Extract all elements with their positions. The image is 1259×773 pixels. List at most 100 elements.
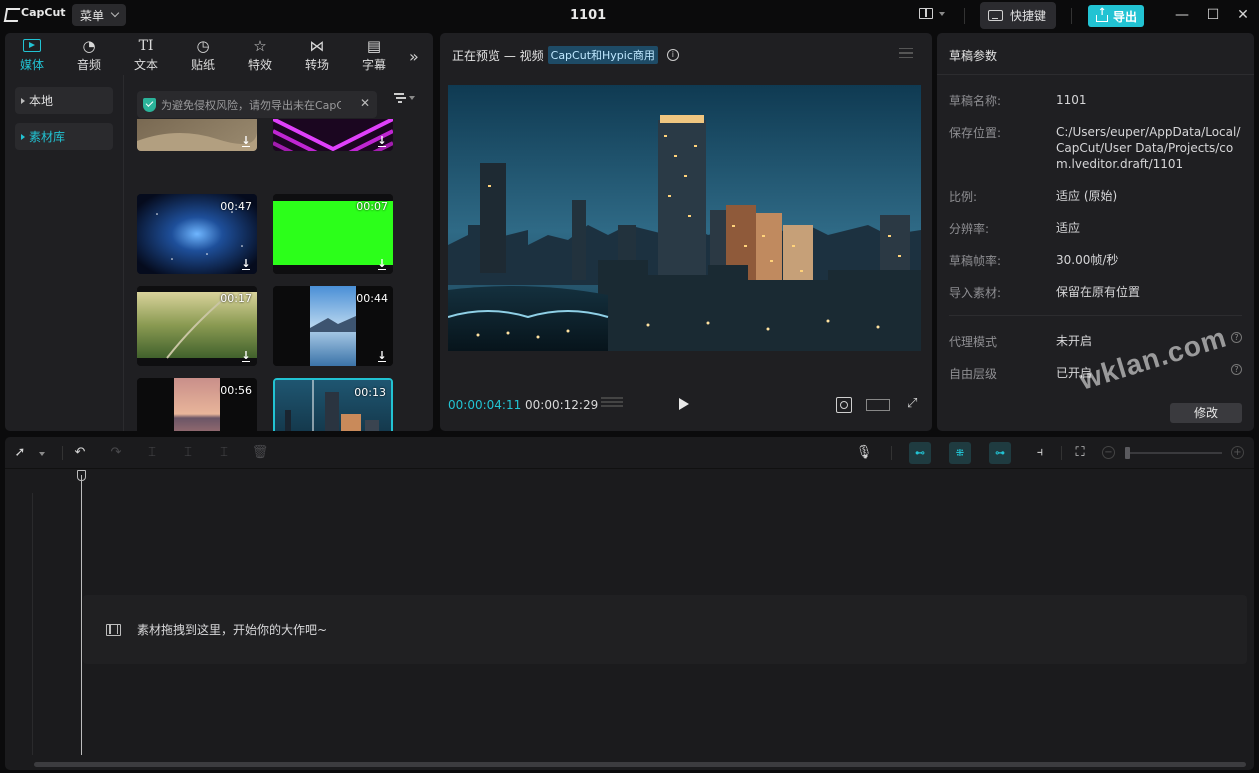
maximize-icon[interactable]: ☐ xyxy=(1204,6,1222,24)
minimize-icon[interactable]: — xyxy=(1173,6,1191,24)
media-grid: ↓ ↓ 00:47 ↓ 00:07 ↓ 00:17 ↓ 00:44 ↓ 00:5… xyxy=(125,119,433,431)
close-icon[interactable]: ✕ xyxy=(1234,6,1252,24)
tab-label: 特效 xyxy=(247,58,272,72)
sticker-icon: ◷ xyxy=(196,36,210,55)
media-thumbnail[interactable]: ↓ xyxy=(273,119,393,151)
download-icon[interactable]: ↓ xyxy=(241,350,251,362)
play-icon[interactable] xyxy=(679,398,689,410)
tab-media[interactable]: 媒体 xyxy=(14,37,50,73)
menu-button[interactable]: 菜单 xyxy=(72,4,126,26)
caption-icon: ▤ xyxy=(366,36,382,55)
param-value: 保留在原有位置 xyxy=(1056,285,1141,299)
delete-right-icon[interactable]: ⌶ xyxy=(215,444,233,462)
timeline-drop-zone[interactable]: 素材拖拽到这里，开始你的大作吧~ xyxy=(83,595,1247,664)
download-icon[interactable]: ↓ xyxy=(241,135,251,147)
linkage-icon[interactable]: ⊶ xyxy=(989,442,1011,464)
menu-icon[interactable] xyxy=(899,48,913,58)
tab-transition[interactable]: ⋈ 转场 xyxy=(299,37,335,73)
app-logo: CapCut xyxy=(5,6,66,19)
zoom-out-icon[interactable]: − xyxy=(1102,446,1115,459)
chevron-down-icon xyxy=(409,96,415,100)
shortcut-button[interactable]: 快捷键 xyxy=(980,2,1056,29)
tab-sticker[interactable]: ◷ 贴纸 xyxy=(185,37,221,73)
media-thumbnail[interactable]: ↓ xyxy=(137,119,257,151)
layout-button[interactable] xyxy=(919,8,945,19)
select-cursor-icon[interactable]: ➚ xyxy=(11,444,29,462)
filter-button[interactable] xyxy=(394,93,415,103)
tab-audio[interactable]: ◔ 音频 xyxy=(71,37,107,73)
filter-icon xyxy=(394,93,406,103)
auto-snap-icon[interactable]: ⁜ xyxy=(949,442,971,464)
duration-label: 00:47 xyxy=(220,200,252,213)
total-time: 00:00:12:29 xyxy=(525,398,599,412)
film-icon xyxy=(106,623,121,636)
download-icon[interactable]: ↓ xyxy=(241,258,251,270)
tab-caption[interactable]: ▤ 字幕 xyxy=(356,37,392,73)
timecode-format-icon[interactable] xyxy=(601,397,623,411)
horizontal-scrollbar[interactable] xyxy=(34,762,1246,767)
tab-text[interactable]: TI 文本 xyxy=(128,37,164,73)
trash-icon[interactable]: 🗑 xyxy=(251,444,269,462)
param-row: 草稿名称: 1101 xyxy=(949,92,1249,109)
project-title: 1101 xyxy=(570,8,607,23)
zoom-slider-handle[interactable] xyxy=(1125,447,1130,459)
param-label: 比例: xyxy=(949,190,978,204)
media-thumbnail-selected[interactable]: 00:13 xyxy=(273,378,393,431)
redo-icon[interactable]: ↷ xyxy=(107,444,125,462)
param-value: 适应 xyxy=(1056,221,1081,235)
zoom-slider[interactable] xyxy=(1126,452,1222,454)
param-label: 自由层级 xyxy=(949,367,998,381)
delete-left-icon[interactable]: ⌶ xyxy=(179,444,197,462)
microphone-icon[interactable]: 🎙 xyxy=(855,444,873,462)
tab-label: 音频 xyxy=(76,58,101,72)
chevron-down-icon[interactable] xyxy=(39,452,45,456)
zoom-fit-icon[interactable] xyxy=(836,397,852,413)
divider xyxy=(964,8,965,24)
help-icon[interactable]: ? xyxy=(1231,332,1242,343)
divider xyxy=(949,315,1242,316)
media-thumbnail[interactable]: 00:44 ↓ xyxy=(273,286,393,366)
media-thumbnail[interactable]: 00:17 ↓ xyxy=(137,286,257,366)
upload-icon xyxy=(1096,7,1108,22)
preview-panel: 正在预览 — 视频 CapCut和Hypic商用 i 00:00:04:11 0… xyxy=(440,33,932,431)
aspect-ratio-icon[interactable] xyxy=(866,399,890,411)
close-icon[interactable]: ✕ xyxy=(360,96,370,110)
preview-axis-icon[interactable]: ⫞ xyxy=(1031,444,1049,462)
download-icon[interactable]: ↓ xyxy=(377,135,387,147)
sidebar-item-local[interactable]: 本地 xyxy=(15,87,113,114)
param-label: 分辨率: xyxy=(949,222,990,236)
media-icon xyxy=(23,39,41,52)
playhead[interactable] xyxy=(81,475,82,755)
info-icon[interactable]: i xyxy=(666,49,679,61)
main-track-magnet-icon[interactable]: ⊷ xyxy=(909,442,931,464)
fit-timeline-icon[interactable]: ⛶ xyxy=(1071,444,1089,462)
undo-icon[interactable]: ↶ xyxy=(71,444,89,462)
tab-label: 转场 xyxy=(304,58,329,72)
media-thumbnail[interactable]: 00:47 ↓ xyxy=(137,194,257,274)
tab-effects[interactable]: ☆ 特效 xyxy=(242,37,278,73)
edit-button[interactable]: 修改 xyxy=(1170,403,1242,423)
media-thumbnail[interactable]: 00:07 ↓ xyxy=(273,194,393,274)
export-button[interactable]: 导出 xyxy=(1088,5,1144,27)
divider xyxy=(937,74,1254,75)
export-label: 导出 xyxy=(1113,9,1138,24)
param-value: C:/Users/euper/AppData/Local/CapCut/User… xyxy=(1056,125,1241,171)
fullscreen-icon[interactable]: ⤢ xyxy=(907,397,921,411)
duration-label: 00:07 xyxy=(356,200,388,213)
caret-right-icon xyxy=(21,97,25,104)
download-icon[interactable]: ↓ xyxy=(377,258,387,270)
more-tabs-icon[interactable]: » xyxy=(409,47,419,66)
sidebar-item-library[interactable]: 素材库 xyxy=(15,123,113,150)
transition-icon: ⋈ xyxy=(309,36,325,55)
city-night-image xyxy=(448,85,921,351)
download-icon[interactable]: ↓ xyxy=(377,350,387,362)
menu-label: 菜单 xyxy=(80,8,105,23)
help-icon[interactable]: ? xyxy=(1231,364,1242,375)
media-thumbnail[interactable]: 00:56 ↓ xyxy=(137,378,257,431)
split-icon[interactable]: ⌶ xyxy=(143,444,161,462)
video-preview[interactable] xyxy=(448,85,921,351)
zoom-in-icon[interactable]: + xyxy=(1231,446,1244,459)
copyright-notice: 为避免侵权风险，请勿导出未在CapCut ✕ xyxy=(137,91,377,118)
logo-text: CapCut xyxy=(21,6,66,19)
text-icon: TI xyxy=(138,37,154,54)
